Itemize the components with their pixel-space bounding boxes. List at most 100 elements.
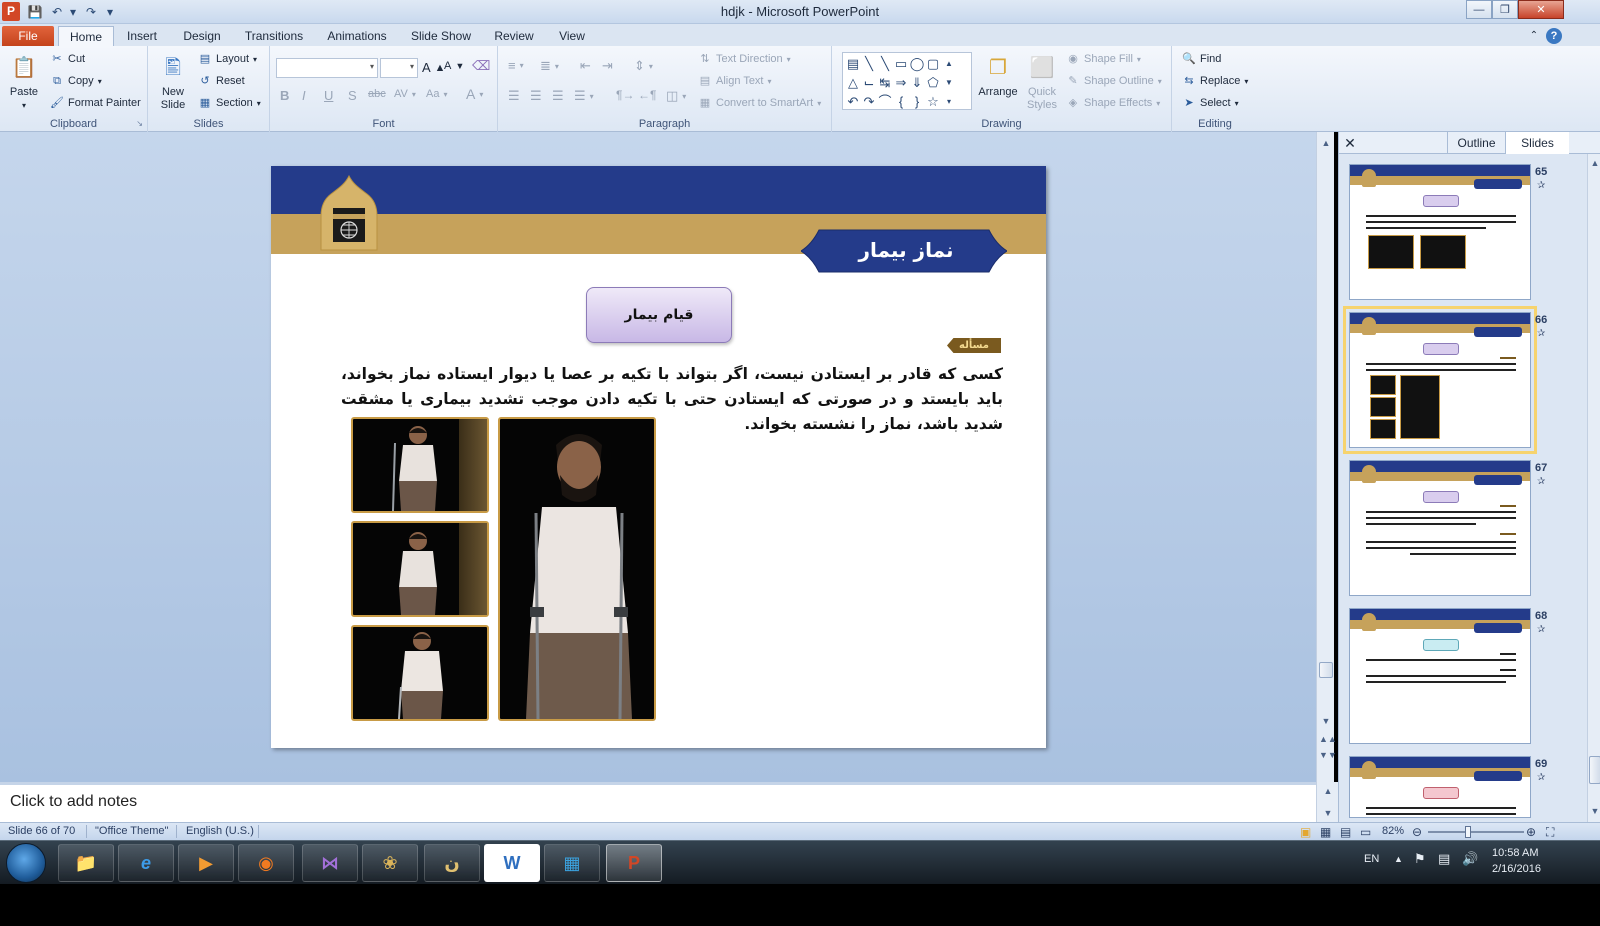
columns-icon[interactable]: ◫ ▾ — [666, 88, 686, 104]
justify-icon[interactable]: ☰ ▾ — [574, 88, 594, 104]
volume-icon[interactable]: 🔊 — [1462, 851, 1478, 867]
previous-slide-icon[interactable]: ▲▲ — [1319, 732, 1337, 746]
section-button[interactable]: ▦ Section ▾ — [198, 96, 261, 110]
photo-standing-wall-2[interactable] — [351, 521, 489, 617]
powerpoint-taskbar-icon[interactable]: P — [606, 844, 662, 882]
arc-shape-icon[interactable]: ⌒ — [877, 92, 893, 111]
cut-button[interactable]: ✂ Cut — [50, 52, 85, 66]
shape-outline-button[interactable]: ✎ Shape Outline ▾ — [1066, 74, 1161, 88]
photo-kneeling-crutches[interactable] — [498, 417, 656, 721]
noor-app-taskbar-icon[interactable]: ❀ — [362, 844, 418, 882]
theme-name[interactable]: "Office Theme" — [95, 825, 168, 837]
strikethrough-button[interactable]: abc — [368, 88, 386, 100]
text-shadow-button[interactable]: S — [348, 88, 357, 103]
minimize-ribbon-icon[interactable]: ⌃ — [1526, 26, 1542, 46]
align-center-icon[interactable]: ☰ — [530, 88, 542, 104]
line-shape-icon[interactable]: ╲ — [861, 54, 877, 73]
dialog-launcher-icon[interactable]: ↘ — [136, 119, 143, 128]
scroll-up-icon[interactable]: ▲ — [1321, 784, 1335, 798]
subtitle-box[interactable]: قیام بیمار — [586, 287, 732, 343]
star-shape-icon[interactable]: ☆ — [925, 92, 941, 111]
font-size-select[interactable]: ▾ — [380, 58, 418, 78]
zoom-out-icon[interactable]: ⊖ — [1412, 825, 1422, 839]
clear-formatting-icon[interactable]: ⌫ — [472, 58, 490, 74]
tab-slide-show[interactable]: Slide Show — [404, 26, 478, 46]
minimize-button[interactable]: — — [1466, 0, 1492, 19]
tab-animations[interactable]: Animations — [318, 26, 396, 46]
align-right-icon[interactable]: ☰ — [552, 88, 564, 104]
tab-insert[interactable]: Insert — [118, 26, 166, 46]
clock-time[interactable]: 10:58 AM — [1492, 847, 1538, 859]
slide-scrollbar[interactable]: ▲ ▼ ▲▲ ▼▼ — [1316, 132, 1337, 782]
ltr-icon[interactable]: ¶→ — [616, 88, 634, 102]
slide-show-icon[interactable]: ▭ — [1360, 825, 1371, 839]
slide-sorter-icon[interactable]: ▦ — [1320, 825, 1331, 839]
scroll-up-icon[interactable]: ▲ — [1588, 156, 1600, 170]
curved-connector-icon[interactable]: ↶ — [845, 92, 861, 111]
more-shapes-icon[interactable]: ▾ — [941, 92, 957, 111]
close-panel-icon[interactable]: ✕ — [1341, 132, 1359, 154]
notes-placeholder[interactable]: Click to add notes — [10, 793, 137, 811]
slide-thumbnail-66[interactable] — [1343, 306, 1537, 454]
zoom-slider-thumb[interactable] — [1465, 826, 1472, 838]
normal-view-icon[interactable]: ▣ — [1300, 825, 1311, 839]
network-app-taskbar-icon[interactable]: ▦ — [544, 844, 600, 882]
scroll-down-icon[interactable]: ▼ — [941, 73, 957, 92]
tab-outline[interactable]: Outline — [1447, 132, 1505, 154]
shape-effects-button[interactable]: ◈ Shape Effects ▾ — [1066, 96, 1161, 110]
increase-indent-icon[interactable]: ⇥ — [602, 58, 613, 74]
show-hidden-icons-icon[interactable]: ▲ — [1394, 854, 1403, 864]
reset-button[interactable]: ↺ Reset — [198, 74, 244, 88]
visual-studio-taskbar-icon[interactable]: ⋈ — [302, 844, 358, 882]
noor-app-2-taskbar-icon[interactable]: ن — [424, 844, 480, 882]
zoom-slider[interactable] — [1428, 831, 1524, 833]
action-center-icon[interactable]: ⚑ — [1414, 851, 1426, 867]
tab-home[interactable]: Home — [58, 26, 114, 46]
scroll-down-icon[interactable]: ▼ — [1319, 714, 1333, 728]
bold-button[interactable]: B — [280, 88, 289, 103]
tab-view[interactable]: View — [550, 26, 594, 46]
change-case-button[interactable]: Aa ▾ — [426, 88, 447, 100]
tab-transitions[interactable]: Transitions — [238, 26, 310, 46]
zoom-level[interactable]: 82% — [1382, 825, 1404, 837]
fit-to-window-icon[interactable]: ⛶ — [1546, 825, 1554, 840]
shapes-gallery[interactable]: ▤ ╲ ╲ ▭ ◯ ▢ ▲ △ ⌙ ↹ ⇒ ⇓ ⬠ ▼ ↶ ↷ ⌒ { } ☆ … — [842, 52, 972, 110]
notes-scrollbar[interactable]: ▲ ▼ — [1316, 782, 1338, 822]
new-slide-button[interactable]: 🖺 New Slide — [152, 52, 194, 112]
scroll-down-icon[interactable]: ▼ — [1321, 806, 1335, 820]
photo-standing-wall-1[interactable] — [351, 417, 489, 513]
align-text-button[interactable]: ▤ Align Text ▾ — [698, 74, 772, 88]
line-shape-2-icon[interactable]: ╲ — [877, 54, 893, 73]
shape-fill-button[interactable]: ◉ Shape Fill ▾ — [1066, 52, 1141, 66]
slide-thumbnail-65[interactable] — [1349, 164, 1531, 300]
tab-review[interactable]: Review — [488, 26, 540, 46]
quick-styles-button[interactable]: ⬜ Quick Styles — [1022, 52, 1062, 112]
help-icon[interactable]: ? — [1546, 28, 1562, 44]
scroll-up-icon[interactable]: ▲ — [941, 54, 957, 73]
italic-button[interactable]: I — [302, 88, 306, 103]
line-spacing-icon[interactable]: ⇕ ▾ — [634, 58, 653, 74]
notes-pane[interactable]: Click to add notes — [0, 782, 1316, 822]
close-button[interactable]: ✕ — [1518, 0, 1564, 19]
rounded-rectangle-shape-icon[interactable]: ▢ — [925, 54, 941, 73]
scroll-thumb[interactable] — [1589, 756, 1600, 784]
select-button[interactable]: ➤ Select ▾ — [1182, 96, 1238, 110]
rectangle-shape-icon[interactable]: ▭ — [893, 54, 909, 73]
numbering-icon[interactable]: ≣ ▾ — [540, 58, 559, 74]
scroll-thumb[interactable] — [1319, 662, 1333, 678]
explorer-taskbar-icon[interactable]: 📁 — [58, 844, 114, 882]
layout-button[interactable]: ▤ Layout ▾ — [198, 52, 257, 66]
bullets-icon[interactable]: ≡ ▾ — [508, 58, 524, 73]
arrange-button[interactable]: ❐ Arrange — [976, 52, 1020, 99]
start-button[interactable] — [6, 843, 46, 883]
font-color-button[interactable]: A ▾ — [466, 86, 483, 102]
word-taskbar-icon[interactable]: W — [484, 844, 540, 882]
zoom-in-icon[interactable]: ⊕ — [1526, 825, 1536, 839]
left-brace-icon[interactable]: { — [893, 92, 909, 111]
font-family-select[interactable]: ▾ — [276, 58, 378, 78]
down-arrow-shape-icon[interactable]: ⇓ — [909, 73, 925, 92]
tab-design[interactable]: Design — [176, 26, 228, 46]
right-arrow-shape-icon[interactable]: ⇒ — [893, 73, 909, 92]
align-left-icon[interactable]: ☰ — [508, 88, 520, 104]
pentagon-shape-icon[interactable]: ⬠ — [925, 73, 941, 92]
